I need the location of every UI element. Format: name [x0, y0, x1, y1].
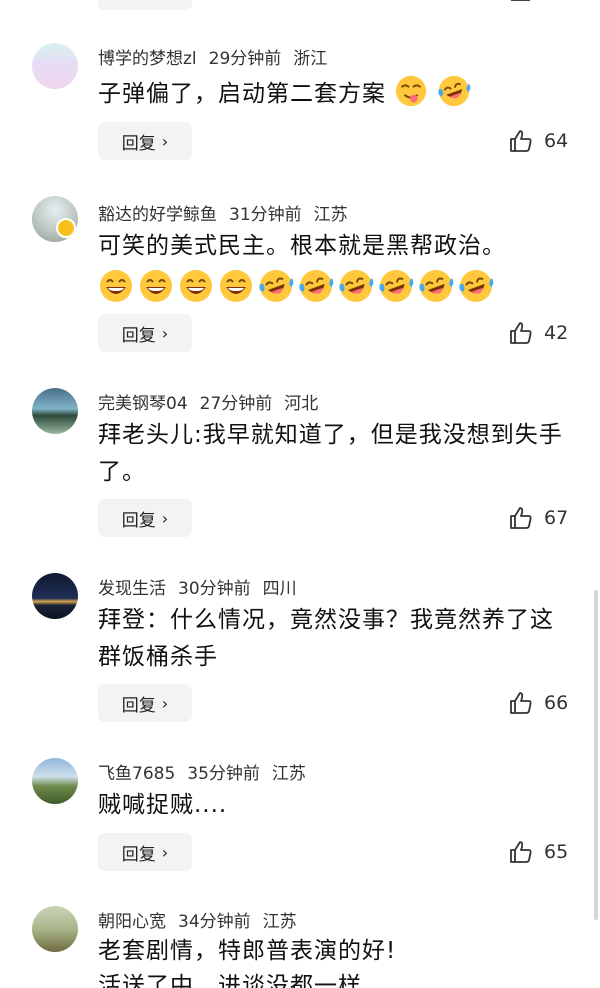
grin-emoji-icon	[180, 270, 212, 302]
comment-text-body: 子弹偏了，启动第二套方案	[98, 81, 386, 107]
timestamp: 35分钟前	[187, 764, 260, 784]
chevron-right-icon: ›	[161, 842, 169, 862]
username[interactable]: 完美钢琴04	[98, 394, 188, 414]
laugh-cry-emoji-icon	[299, 270, 334, 302]
like-count: 67	[544, 507, 569, 529]
reply-label: 回复	[121, 133, 156, 154]
laugh-cry-emoji-icon	[419, 270, 454, 302]
reply-label: 回复	[121, 325, 156, 346]
like-count: 42	[544, 322, 569, 344]
reply-button[interactable]: 回复 ›	[98, 684, 192, 722]
timestamp: 30分钟前	[178, 579, 251, 599]
laugh-cry-emoji-icon	[459, 270, 494, 302]
location: 河北	[284, 394, 319, 414]
username[interactable]: 朝阳心宽	[98, 912, 166, 932]
comment-meta: 飞鱼7685 35分钟前 江苏	[98, 759, 318, 784]
location: 四川	[262, 579, 297, 599]
reply-label: 回复	[121, 695, 156, 716]
reply-label: 回复	[121, 844, 156, 865]
location: 浙江	[293, 49, 328, 69]
thumbs-up-icon	[510, 692, 532, 714]
like-button[interactable]: 67	[508, 505, 568, 531]
username[interactable]: 飞鱼7685	[98, 764, 175, 784]
like-button[interactable]: 66	[508, 690, 568, 716]
avatar[interactable]	[32, 196, 78, 242]
reply-button[interactable]: 回复 ›	[98, 833, 192, 871]
reply-button[interactable]: 回复 ›	[98, 314, 192, 352]
laugh-cry-emoji-icon	[437, 75, 470, 107]
scrollbar[interactable]	[594, 590, 598, 920]
comment-text: 拜登：什么情况，竟然没事？我竟然养了这群饭桶杀手	[98, 607, 554, 670]
location: 江苏	[271, 764, 306, 784]
comment-text: 贼喊捉贼....	[98, 792, 228, 818]
verified-badge-icon	[56, 218, 76, 238]
avatar[interactable]	[32, 573, 78, 619]
laugh-cry-emoji-icon	[259, 270, 294, 302]
laugh-cry-emoji-icon	[379, 270, 414, 302]
reply-button[interactable]: 回复 ›	[98, 499, 192, 537]
comment-meta: 博学的梦想zl 29分钟前 浙江	[98, 44, 339, 69]
location: 江苏	[262, 912, 297, 932]
comment-text: 子弹偏了，启动第二套方案	[98, 74, 568, 113]
timestamp: 31分钟前	[229, 205, 302, 225]
thumbs-up-icon	[510, 507, 532, 529]
username[interactable]: 博学的梦想zl	[98, 49, 197, 69]
laugh-cry-emoji-icon	[339, 270, 374, 302]
avatar[interactable]	[32, 388, 78, 434]
comment-text: 拜老头儿:我早就知道了，但是我没想到失手了。	[98, 422, 563, 485]
comment-text-truncated: 活送了中，进谈没都一样	[98, 968, 418, 988]
username[interactable]: 发现生活	[98, 579, 166, 599]
like-icon-previous[interactable]	[508, 0, 534, 4]
like-button[interactable]: 42	[508, 320, 568, 346]
grin-emoji-icon	[100, 270, 132, 302]
chevron-right-icon: ›	[161, 693, 169, 713]
location: 江苏	[313, 205, 348, 225]
chevron-right-icon: ›	[161, 508, 169, 528]
emoji-row	[98, 268, 494, 304]
like-count: 64	[544, 130, 569, 152]
timestamp: 27分钟前	[199, 394, 273, 414]
comment-meta: 发现生活 30分钟前 四川	[98, 574, 309, 599]
like-button[interactable]: 65	[508, 839, 568, 865]
avatar[interactable]	[32, 906, 78, 952]
timestamp: 34分钟前	[178, 912, 251, 932]
grin-emoji-icon	[220, 270, 252, 302]
thumbs-up-icon	[510, 322, 532, 344]
username[interactable]: 豁达的好学鲸鱼	[98, 205, 217, 225]
avatar[interactable]	[32, 758, 78, 804]
like-count: 66	[544, 692, 569, 714]
grin-emoji-icon	[140, 270, 172, 302]
chevron-right-icon: ›	[161, 131, 169, 151]
timestamp: 29分钟前	[208, 49, 282, 69]
thumbs-up-icon	[510, 841, 532, 863]
truncated-line-text: 活送了中，进谈没都一样	[98, 973, 362, 988]
comment-text: 可笑的美式民主。根本就是黑帮政治。	[98, 233, 506, 259]
comment-text: 老套剧情，特郎普表演的好!	[98, 938, 397, 964]
like-count: 65	[544, 841, 569, 863]
avatar[interactable]	[32, 43, 78, 89]
wink-tongue-emoji-icon	[396, 75, 427, 107]
comment-meta: 朝阳心宽 34分钟前 江苏	[98, 907, 309, 932]
like-button[interactable]: 64	[508, 128, 568, 154]
chevron-right-icon: ›	[161, 323, 169, 343]
reply-button-previous[interactable]	[98, 0, 192, 10]
comment-meta: 豁达的好学鲸鱼 31分钟前 江苏	[98, 200, 360, 225]
thumbs-up-icon	[510, 130, 532, 152]
reply-label: 回复	[121, 510, 156, 531]
comment-meta: 完美钢琴04 27分钟前 河北	[98, 389, 330, 414]
reply-button[interactable]: 回复 ›	[98, 122, 192, 160]
